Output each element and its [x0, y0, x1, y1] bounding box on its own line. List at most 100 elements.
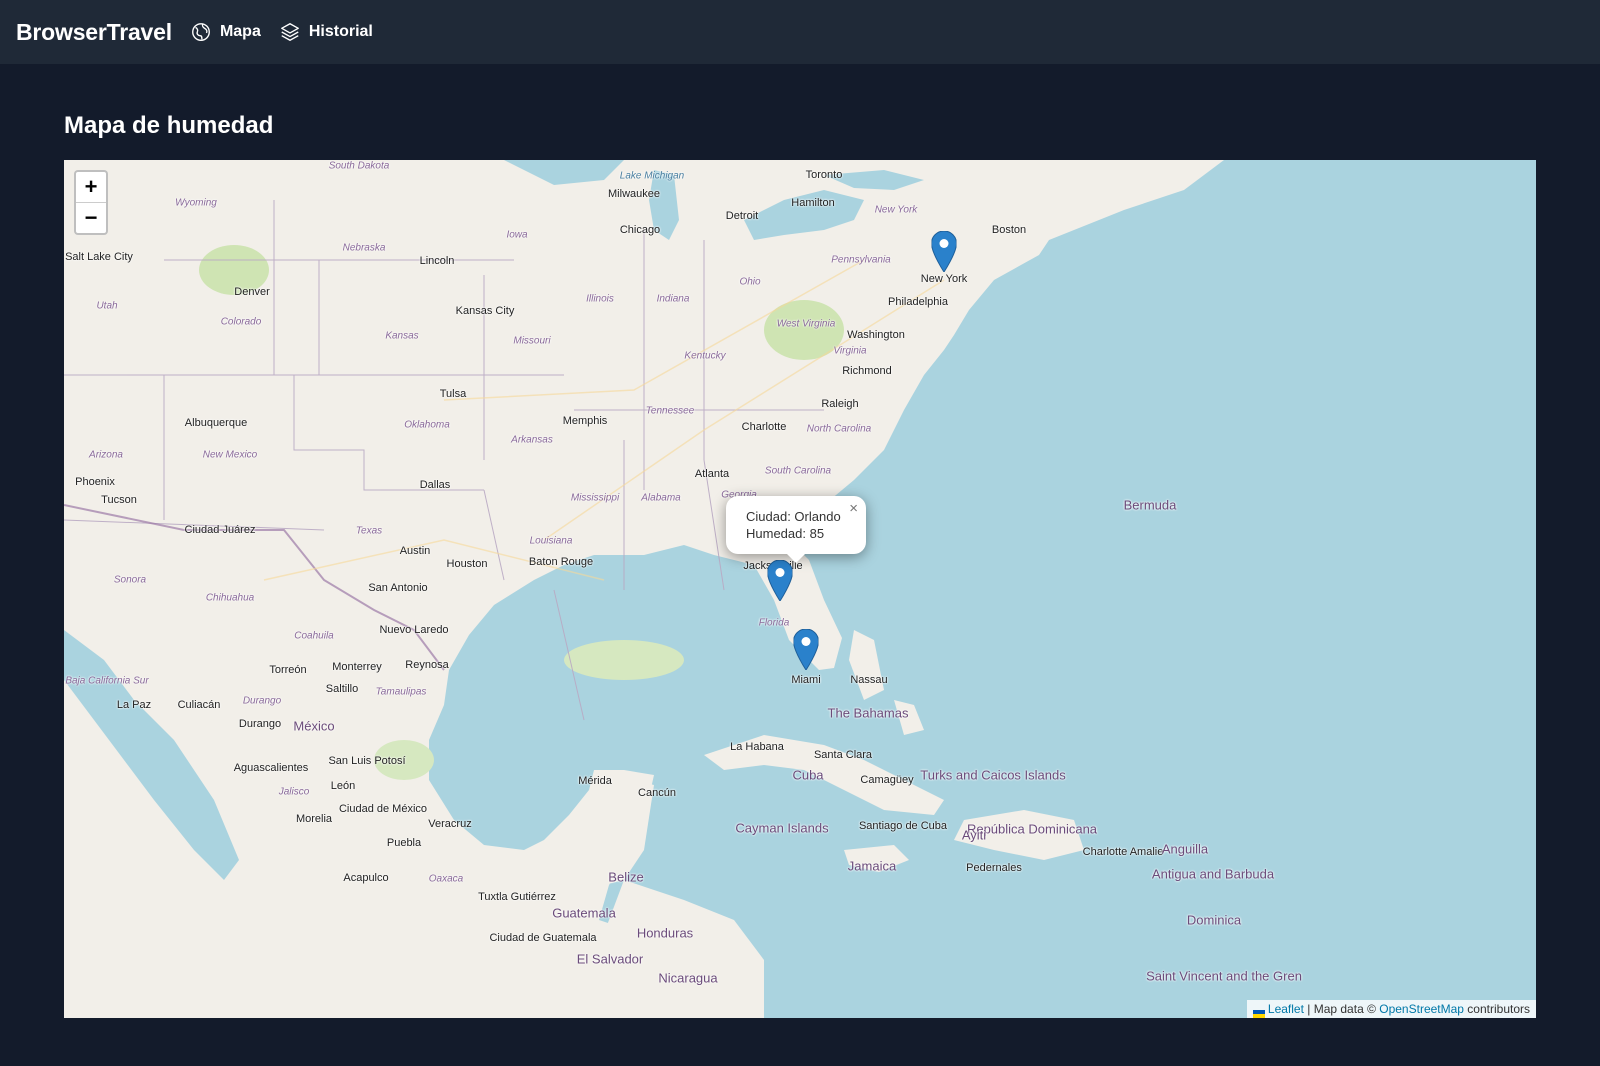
map-label: Acapulco [343, 872, 389, 884]
map-label: Tamaulipas [375, 686, 427, 698]
map-marker-new-york[interactable] [930, 230, 958, 273]
map-label: Memphis [562, 415, 608, 427]
leaflet-link[interactable]: Leaflet [1268, 1002, 1304, 1016]
globe-icon [190, 21, 212, 43]
map-label: Chihuahua [205, 592, 255, 604]
map-label: Guatemala [552, 905, 616, 921]
map-pin-icon [792, 628, 820, 671]
humidity-map[interactable]: South Dakota Wyoming Nebraska Iowa Utah … [64, 160, 1536, 1018]
map-label: Indiana [656, 293, 690, 305]
nav-item-label: Historial [308, 23, 373, 40]
map-label: Toronto [805, 169, 843, 181]
popup-close-button[interactable]: × [849, 500, 858, 517]
map-label: New Mexico [202, 449, 258, 461]
map-label: Tennessee [645, 405, 695, 417]
map-label: Durango [238, 718, 282, 730]
map-label: Nebraska [342, 242, 386, 254]
ukraine-flag-icon [1252, 1006, 1265, 1018]
map-label: Mérida [578, 775, 612, 787]
map-label: Austin [399, 545, 431, 557]
popup-city: Ciudad: Orlando [746, 509, 841, 524]
map-label: Baton Rouge [528, 556, 594, 568]
map-label: Detroit [725, 210, 759, 222]
map-label: Morelia [295, 813, 333, 825]
map-label: Colorado [220, 316, 262, 328]
map-label: Salt Lake City [65, 251, 133, 263]
map-label: Saltillo [325, 683, 359, 695]
map-label: México [293, 718, 335, 734]
map-label: Saint Vincent and the Gren [1146, 968, 1302, 984]
marker-popup: × Ciudad: Orlando Humedad: 85 [726, 496, 866, 563]
map-label: Florida [758, 617, 790, 629]
map-label: Baja California Sur [65, 675, 149, 687]
osm-link[interactable]: OpenStreetMap [1379, 1002, 1464, 1016]
page-title: Mapa de humedad [64, 112, 274, 139]
map-label: Coahuila [294, 630, 334, 642]
map-label: Anguilla [1161, 841, 1209, 857]
zoom-in-button[interactable]: + [76, 172, 106, 202]
map-label: Wyoming [175, 197, 217, 209]
map-label: Torreón [269, 664, 307, 676]
nav-item-label: Mapa [219, 23, 261, 40]
map-label: Durango [242, 695, 282, 707]
map-label: Cancún [638, 787, 676, 799]
map-label: Ayiti [961, 827, 987, 843]
popup-tip [786, 553, 806, 563]
map-label: Santiago de Cuba [858, 820, 948, 832]
attribution-text: | Map data © [1303, 1002, 1380, 1016]
map-label: New York [874, 204, 918, 216]
map-label: Hamilton [791, 197, 835, 209]
map-label: La Paz [116, 699, 152, 711]
map-label: Monterrey [332, 661, 382, 673]
map-label: Jalisco [278, 786, 310, 798]
map-label: Cuba [792, 767, 824, 783]
map-marker-miami[interactable] [792, 628, 820, 671]
map-label: Kansas City [455, 305, 515, 317]
map-label: Tuxtla Gutiérrez [478, 891, 556, 903]
map-label: Nassau [850, 674, 888, 686]
map-label: South Dakota [328, 160, 390, 172]
map-label: Tucson [101, 494, 137, 506]
map-label: Chicago [619, 224, 661, 236]
map-pin-icon [766, 559, 794, 602]
map-label: Santa Clara [813, 749, 873, 761]
map-label: Nuevo Laredo [379, 624, 449, 636]
map-label: Culiacán [177, 699, 221, 711]
map-base-tiles [64, 160, 1536, 1018]
map-label: Arizona [89, 449, 123, 461]
map-label: Louisiana [529, 535, 573, 547]
map-label: The Bahamas [827, 705, 909, 721]
map-label: Ciudad de Guatemala [489, 932, 597, 944]
map-label: Sonora [113, 574, 147, 586]
layers-icon [279, 21, 301, 43]
brand-logo[interactable]: BrowserTravel [16, 19, 172, 46]
map-label: Richmond [842, 365, 892, 377]
map-label: Phoenix [75, 476, 115, 488]
map-label: El Salvador [576, 951, 644, 967]
map-label: Illinois [586, 293, 614, 305]
map-label: Denver [234, 286, 270, 298]
map-marker-orlando[interactable] [766, 559, 794, 602]
attribution-contributors: contributors [1463, 1002, 1530, 1016]
nav-item-mapa[interactable]: Mapa [190, 21, 261, 43]
map-label: República Dominicana [966, 821, 1098, 837]
map-label: Milwaukee [608, 188, 660, 200]
map-label: La Habana [730, 741, 784, 753]
map-label: Iowa [506, 229, 528, 241]
map-pin-icon [930, 230, 958, 273]
map-label: Veracruz [428, 818, 472, 830]
map-label: Kentucky [684, 350, 726, 362]
map-label: Texas [355, 525, 383, 537]
nav-item-historial[interactable]: Historial [279, 21, 373, 43]
map-label: Charlotte [741, 421, 787, 433]
map-label: Virginia [833, 345, 867, 357]
map-label: Oaxaca [428, 873, 464, 885]
map-label: Pennsylvania [831, 254, 891, 266]
map-label: Arkansas [511, 434, 553, 446]
zoom-control: + − [74, 170, 108, 235]
map-label: Albuquerque [184, 417, 248, 429]
zoom-out-button[interactable]: − [76, 202, 106, 233]
map-label: Lake Michigan [619, 170, 685, 182]
map-label: Pedernales [966, 862, 1022, 874]
map-label: Aguascalientes [233, 762, 309, 774]
